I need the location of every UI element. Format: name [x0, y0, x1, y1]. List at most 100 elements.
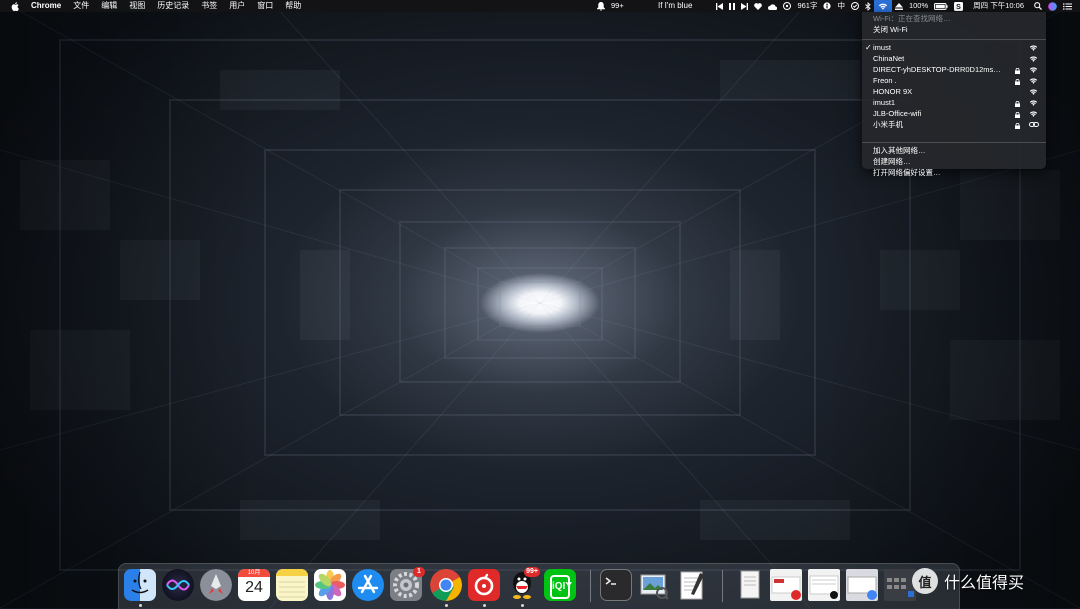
menu-bookmarks[interactable]: 书签 [195, 0, 223, 12]
notification-count: 99+ [611, 1, 624, 10]
wifi-signal-icon [1029, 44, 1038, 54]
battery-icon[interactable] [931, 2, 951, 10]
heart-icon[interactable] [751, 2, 765, 10]
next-track-icon[interactable] [738, 2, 751, 10]
app-menu-chrome[interactable]: Chrome [25, 0, 67, 12]
network-item-imust[interactable]: ✓ imust [862, 43, 1046, 53]
network-item-xiaomi[interactable]: 小米手机 [862, 120, 1046, 130]
textedit-icon[interactable] [676, 569, 708, 601]
network-item-imust1[interactable]: imust1 [862, 98, 1046, 108]
network-speed-icon[interactable] [780, 2, 794, 10]
open-network-prefs-item[interactable]: 打开网络偏好设置… [862, 168, 1046, 178]
menu-people[interactable]: 用户 [223, 0, 251, 12]
spotlight-search-icon[interactable] [1031, 2, 1045, 10]
watermark-logo: 值 [912, 568, 938, 594]
menu-view[interactable]: 视图 [123, 0, 151, 12]
join-other-network-item[interactable]: 加入其他网络… [862, 146, 1046, 156]
create-network-label: 创建网络… [873, 157, 911, 166]
preview-icon[interactable] [638, 569, 670, 601]
eject-icon[interactable] [892, 2, 906, 10]
dock-divider [590, 570, 591, 602]
netease-music-icon[interactable] [468, 569, 500, 601]
notification-tray[interactable]: 99+ [594, 0, 627, 12]
wifi-dropdown-menu: Wi-Fi：正在查找网络… 关闭 Wi-Fi ✓ imust ChinaNet … [862, 12, 1046, 177]
siri-icon[interactable] [162, 569, 194, 601]
wifi-signal-icon [1029, 77, 1038, 87]
create-network-item[interactable]: 创建网络… [862, 157, 1046, 167]
calendar-month: 10月 [238, 569, 270, 577]
chrome-icon[interactable] [430, 569, 462, 601]
pause-icon[interactable] [726, 2, 738, 10]
network-speed-readout[interactable]: 961字 [794, 0, 820, 12]
minimized-window-thumbnail[interactable] [808, 569, 840, 601]
launchpad-icon[interactable] [200, 569, 232, 601]
menu-history[interactable]: 历史记录 [151, 0, 195, 12]
notification-bell-icon [594, 1, 608, 11]
battery-percent[interactable]: 100% [906, 0, 931, 12]
accessibility-icon[interactable] [820, 2, 834, 10]
wifi-status-text: Wi-Fi：正在查找网络… [873, 14, 951, 23]
menu-separator [862, 39, 1046, 40]
screen-mirror-icon[interactable] [848, 2, 862, 10]
menu-file[interactable]: 文件 [67, 0, 95, 12]
terminal-icon[interactable] [600, 569, 632, 601]
menu-separator [862, 142, 1046, 143]
network-item-jlb[interactable]: JLB-Office-wifi [862, 109, 1046, 119]
connected-checkmark-icon: ✓ [865, 43, 872, 52]
network-name: Freon . [873, 76, 897, 85]
menu-window[interactable]: 窗口 [251, 0, 279, 12]
running-indicator [139, 604, 142, 607]
input-method-indicator[interactable]: 中 [834, 0, 848, 12]
network-item-chinanet[interactable]: ChinaNet [862, 54, 1046, 64]
network-name: imust1 [873, 98, 896, 107]
wifi-status-line: Wi-Fi：正在查找网络… [862, 14, 1046, 24]
cloud-music-icon[interactable] [765, 3, 780, 10]
watermark-text: 什么值得买 [944, 575, 1025, 592]
menu-edit[interactable]: 编辑 [95, 0, 123, 12]
network-name: imust [873, 43, 891, 52]
running-indicator [483, 604, 486, 607]
notification-center-icon[interactable] [1060, 2, 1080, 10]
running-indicator [521, 604, 524, 607]
now-playing-title[interactable]: If I'm blue [658, 0, 692, 12]
qq-badge: 99+ [524, 567, 540, 577]
network-name: JLB-Office-wifi [873, 109, 922, 118]
hotspot-link-icon [1029, 121, 1039, 131]
wifi-signal-icon [1029, 66, 1038, 76]
bluetooth-icon[interactable] [862, 1, 874, 11]
finder-icon[interactable] [124, 569, 156, 601]
system-prefs-badge: 1 [413, 567, 425, 577]
document-stack-icon[interactable] [734, 569, 766, 601]
siri-menubar-icon[interactable] [1045, 1, 1060, 11]
photos-icon[interactable] [314, 569, 346, 601]
menu-help[interactable]: 帮助 [279, 0, 307, 12]
calendar-day: 24 [245, 579, 263, 596]
wifi-toggle-item[interactable]: 关闭 Wi-Fi [862, 25, 1046, 35]
network-item-honor[interactable]: HONOR 9X [862, 87, 1046, 97]
wifi-signal-icon [1029, 99, 1038, 109]
apple-menu-icon[interactable] [0, 1, 25, 11]
wifi-signal-icon [1029, 110, 1038, 120]
calendar-icon[interactable]: 10月 24 [238, 569, 270, 601]
clock-datetime[interactable]: 周四 下午10:06 [966, 0, 1031, 12]
menu-bar: Chrome 文件 编辑 视图 历史记录 书签 用户 窗口 帮助 99+ If … [0, 0, 1080, 12]
notes-icon[interactable] [276, 569, 308, 601]
network-name: DIRECT-yhDESKTOP-DRR0D12ms… [873, 65, 1001, 74]
network-name: 小米手机 [873, 120, 903, 129]
wifi-signal-icon [1029, 55, 1038, 65]
previous-track-icon[interactable] [713, 2, 726, 10]
iqiyi-icon[interactable]: iQIY [544, 569, 576, 601]
open-prefs-label: 打开网络偏好设置… [873, 168, 941, 177]
app-store-icon[interactable] [352, 569, 384, 601]
dock-divider [722, 570, 723, 602]
wifi-status-icon[interactable] [873, 0, 892, 12]
minimized-window-thumbnail[interactable] [770, 569, 802, 601]
app-s-icon[interactable]: S [951, 1, 966, 11]
network-item-freon[interactable]: Freon . [862, 76, 1046, 86]
join-other-label: 加入其他网络… [873, 146, 926, 155]
minimized-window-thumbnail[interactable] [846, 569, 878, 601]
network-item-direct[interactable]: DIRECT-yhDESKTOP-DRR0D12ms… [862, 65, 1046, 75]
smzdm-watermark: 值 什么值得买 [912, 565, 1080, 597]
network-name: ChinaNet [873, 54, 905, 63]
lock-icon [1015, 122, 1020, 132]
